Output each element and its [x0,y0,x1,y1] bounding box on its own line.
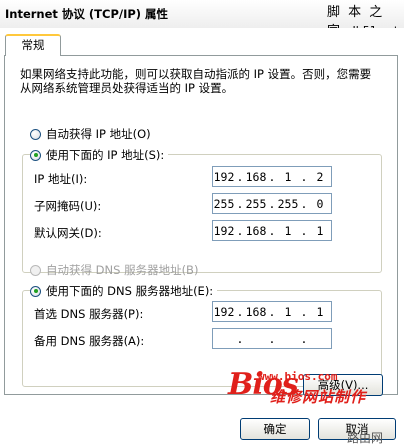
dialog-body: 常规 如果网络支持此功能，则可以获取自动指派的 IP 设置。否则，您需要从网络系… [0,28,404,448]
bios-watermark-text: 维修网站制作 [270,388,367,406]
octet[interactable]: 168 [245,305,267,319]
ip-manual-option[interactable]: 使用下面的 IP 地址(S): [30,147,169,163]
ip-auto-label: 自动获得 IP 地址(O) [46,127,151,141]
octet[interactable]: 192 [213,305,235,319]
octet[interactable]: 168 [245,224,267,238]
octet[interactable]: 0 [309,197,331,211]
octet[interactable]: 192 [213,224,235,238]
ip-auto-radio[interactable] [30,128,41,140]
ip-manual-label: 使用下面的 IP 地址(S): [46,148,165,162]
preferred-dns-label: 首选 DNS 服务器(P): [34,307,144,321]
octet[interactable]: 1 [309,305,331,319]
preferred-dns-field[interactable]: 192. 168. 1. 1 [212,301,332,322]
ip-auto-option[interactable]: 自动获得 IP 地址(O) [30,126,151,142]
ip-manual-radio[interactable] [30,149,41,161]
octet[interactable]: 192 [213,170,235,184]
dns-auto-label: 自动获得 DNS 服务器地址(B) [46,263,199,277]
octet[interactable]: 168 [245,170,267,184]
ip-address-field[interactable]: 192. 168. 1. 2 [212,166,332,187]
octet[interactable]: 255 [245,197,267,211]
bios-watermark-url: www.bios.com [258,370,338,383]
dns-auto-option[interactable]: 自动获得 DNS 服务器地址(B) [30,262,198,278]
default-gateway-field[interactable]: 192. 168. 1. 1 [212,220,332,241]
default-gateway-label: 默认网关(D): [34,226,102,240]
intro-text: 如果网络支持此功能，则可以获取自动指派的 IP 设置。否则，您需要从网络系统管理… [20,67,372,95]
dns-manual-radio[interactable] [30,285,41,297]
octet[interactable]: 2 [309,170,331,184]
subnet-mask-label: 子网掩码(U): [34,199,102,213]
octet[interactable]: 1 [309,224,331,238]
watermark-bottom: 路由网 [347,431,384,445]
alternate-dns-label: 备用 DNS 服务器(A): [34,334,145,348]
octet[interactable]: 255 [213,197,235,211]
dns-auto-radio[interactable] [30,264,41,276]
octet[interactable]: 1 [277,170,299,184]
alternate-dns-field[interactable]: . . . [212,328,332,349]
octet[interactable]: 1 [277,305,299,319]
tab-general[interactable]: 常规 [5,34,61,56]
octet[interactable]: 255 [277,197,299,211]
dns-manual-label: 使用下面的 DNS 服务器地址(E): [46,284,214,298]
subnet-mask-field[interactable]: 255. 255. 255. 0 [212,193,332,214]
bios-watermark: Bios www.bios.com 维修网站制作 [228,367,392,413]
dns-manual-option[interactable]: 使用下面的 DNS 服务器地址(E): [30,283,218,299]
ip-address-label: IP 地址(I): [34,172,88,186]
window-title: Internet 协议 (TCP/IP) 属性 [5,7,169,21]
octet[interactable]: 1 [277,224,299,238]
ok-button[interactable]: 确定 [240,418,310,440]
